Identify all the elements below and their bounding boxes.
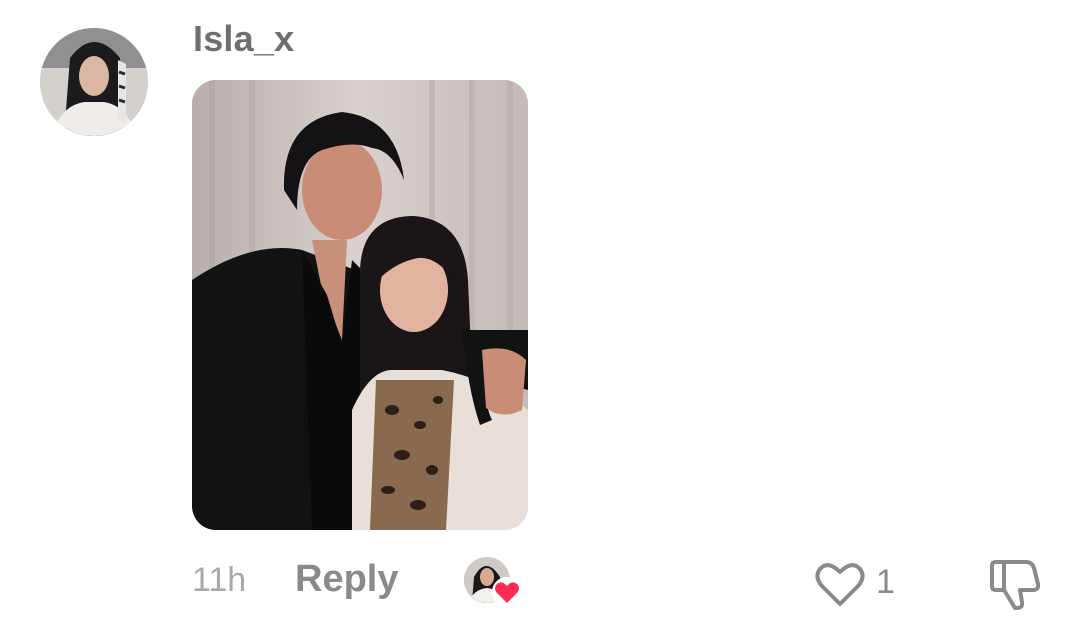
like-count: 1 — [876, 563, 895, 601]
like-button[interactable] — [814, 560, 866, 608]
thumbs-down-icon — [990, 560, 1041, 610]
dislike-button[interactable] — [986, 558, 1042, 612]
user-avatar[interactable] — [40, 28, 148, 136]
username[interactable]: Isla_x — [193, 18, 294, 60]
heart-icon — [492, 577, 522, 607]
comment-item: Isla_x 11h Reply 1 — [0, 0, 1080, 625]
heart-outline-icon — [815, 563, 865, 606]
liked-by-creator — [464, 557, 524, 607]
comment-photo[interactable] — [192, 80, 528, 530]
timestamp: 11h — [192, 561, 247, 599]
reply-button[interactable]: Reply — [295, 558, 398, 601]
